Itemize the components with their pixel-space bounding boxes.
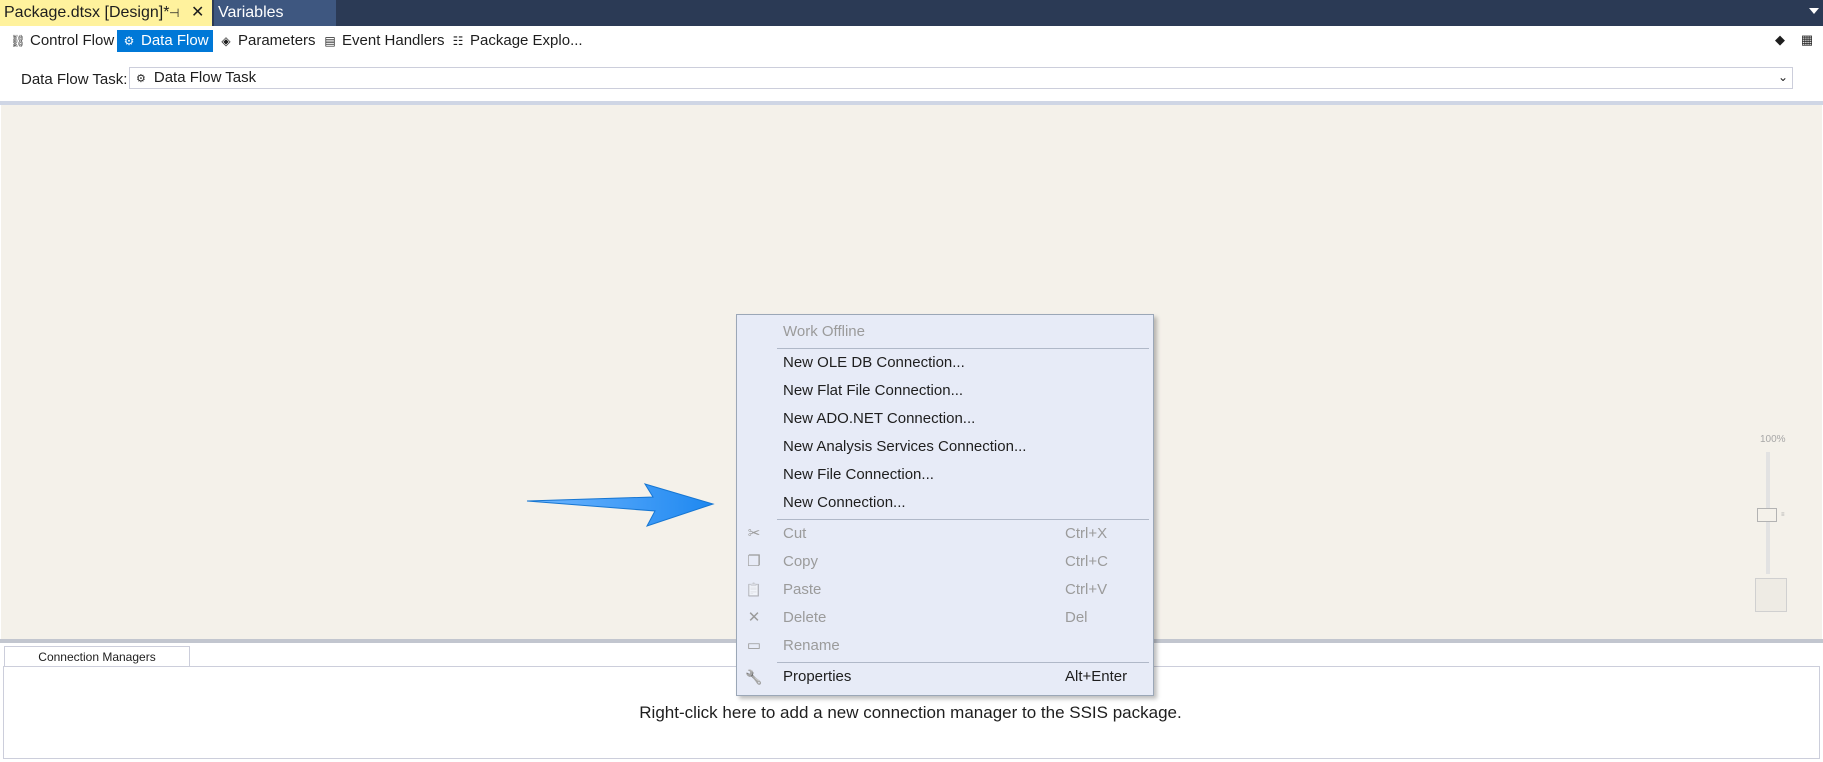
task-value: Data Flow Task <box>153 69 257 86</box>
chevron-down-icon[interactable]: ⌄ <box>1778 67 1788 87</box>
clipboard-icon: 📋 <box>745 582 763 597</box>
tab-label: Control Flow <box>30 32 115 49</box>
menu-item-shortcut: Alt+Enter <box>1065 668 1128 685</box>
zoom-slider-thumb[interactable] <box>1757 508 1777 522</box>
ssis-designer-window: Package.dtsx [Design]* ⊣ ✕ Variables ⛓ Co… <box>0 0 1823 762</box>
document-tab-package[interactable]: Package.dtsx [Design]* ⊣ ✕ <box>0 0 212 26</box>
tab-list-dropdown-icon[interactable] <box>1809 8 1819 14</box>
tab-label: Package Explo... <box>470 32 583 49</box>
parameters-icon: ◈ <box>221 34 231 48</box>
menu-item-paste[interactable]: 📋 Paste Ctrl+V <box>737 578 1153 602</box>
task-label: Data Flow Task: <box>21 71 128 88</box>
menu-item-copy[interactable]: ❐ Copy Ctrl+C <box>737 550 1153 574</box>
menu-item-properties[interactable]: 🔧 Properties Alt+Enter <box>737 665 1153 689</box>
menu-item-label: Delete <box>783 609 827 626</box>
menu-item-new-oledb-connection[interactable]: New OLE DB Connection... <box>737 351 1153 375</box>
menu-item-label: Paste <box>783 581 822 598</box>
document-tab-title: Package.dtsx [Design]* <box>4 4 170 21</box>
designer-tab-bar: ⛓ Control Flow ⚙ Data Flow ◈ Parameters ▤ Ev… <box>0 26 1823 56</box>
menu-item-shortcut: Ctrl+C <box>1065 553 1108 570</box>
menu-item-label: Work Offline <box>783 323 865 340</box>
menu-item-label: Rename <box>783 637 840 654</box>
tab-label: Event Handlers <box>342 32 445 49</box>
package-explorer-icon: ☷ <box>452 34 464 48</box>
zoom-fit-button[interactable] <box>1755 578 1787 612</box>
menu-separator <box>777 662 1149 663</box>
context-menu: Work Offline New OLE DB Connection... Ne… <box>736 314 1154 696</box>
pointer-arrow-icon <box>526 483 715 527</box>
menu-item-rename[interactable]: ▭ Rename <box>737 634 1153 658</box>
tab-data-flow[interactable]: ⚙ Data Flow <box>117 30 213 52</box>
menu-separator <box>777 348 1149 349</box>
menu-item-label: Copy <box>783 553 819 570</box>
data-flow-icon: ⚙ <box>123 34 135 48</box>
zoom-to-fit-icon[interactable]: ◆ <box>1771 31 1789 49</box>
menu-item-delete[interactable]: ✕ Delete Del <box>737 606 1153 630</box>
tab-package-explorer[interactable]: ☷ Package Explo... <box>446 30 587 52</box>
menu-item-shortcut: Ctrl+X <box>1065 525 1108 542</box>
data-flow-task-icon: ⚙ <box>136 73 146 85</box>
menu-item-new-file-connection[interactable]: New File Connection... <box>737 463 1153 487</box>
close-icon[interactable]: ✕ <box>191 0 204 26</box>
event-handlers-icon: ▤ <box>324 34 336 48</box>
scissors-icon: ✂ <box>747 525 761 542</box>
menu-item-label: New OLE DB Connection... <box>783 354 965 371</box>
menu-item-label: New Analysis Services Connection... <box>783 438 1027 455</box>
data-flow-task-dropdown[interactable]: ⚙ Data Flow Task ⌄ <box>129 67 1793 89</box>
rename-icon: ▭ <box>746 637 762 654</box>
delete-x-icon: ✕ <box>747 609 761 626</box>
connection-managers-hint: Right-click here to add a new connection… <box>639 703 1182 722</box>
menu-item-label: New ADO.NET Connection... <box>783 410 976 427</box>
menu-item-new-flat-file-connection[interactable]: New Flat File Connection... <box>737 379 1153 403</box>
tab-label: Data Flow <box>141 32 209 49</box>
task-selector-bar: Data Flow Task: ⚙ Data Flow Task ⌄ <box>0 56 1823 100</box>
menu-item-label: New Flat File Connection... <box>783 382 964 399</box>
tab-parameters[interactable]: ◈ Parameters <box>214 30 320 52</box>
menu-item-new-analysis-services-connection[interactable]: New Analysis Services Connection... <box>737 435 1153 459</box>
tab-label: Parameters <box>238 32 316 49</box>
menu-item-label: Properties <box>783 668 852 685</box>
menu-item-shortcut: Ctrl+V <box>1065 581 1108 598</box>
menu-item-new-adonet-connection[interactable]: New ADO.NET Connection... <box>737 407 1153 431</box>
control-flow-icon: ⛓ <box>10 34 26 48</box>
pin-icon[interactable]: ⊣ <box>169 0 179 26</box>
variables-window-icon[interactable]: ▦ <box>1798 31 1816 49</box>
menu-item-shortcut: Del <box>1065 609 1088 626</box>
menu-item-label: New File Connection... <box>783 466 934 483</box>
menu-item-label: Cut <box>783 525 807 542</box>
wrench-icon: 🔧 <box>745 669 763 685</box>
menu-separator <box>777 519 1149 520</box>
tab-control-flow[interactable]: ⛓ Control Flow <box>6 30 118 52</box>
document-tab-strip: Package.dtsx [Design]* ⊣ ✕ Variables <box>0 0 1823 26</box>
document-tab-variables[interactable]: Variables <box>214 0 336 26</box>
tab-connection-managers[interactable]: Connection Managers <box>4 646 190 666</box>
menu-item-cut[interactable]: ✂ Cut Ctrl+X <box>737 522 1153 546</box>
copy-icon: ❐ <box>747 553 761 570</box>
document-tab-title: Variables <box>218 4 284 21</box>
menu-item-work-offline[interactable]: Work Offline <box>737 320 1153 344</box>
zoom-level-label: 100% <box>1760 434 1786 445</box>
zoom-tick-icon: ≡ <box>1781 512 1785 518</box>
menu-item-label: New Connection... <box>783 494 906 511</box>
tab-event-handlers[interactable]: ▤ Event Handlers <box>318 30 449 52</box>
menu-item-new-connection[interactable]: New Connection... <box>737 491 1153 515</box>
